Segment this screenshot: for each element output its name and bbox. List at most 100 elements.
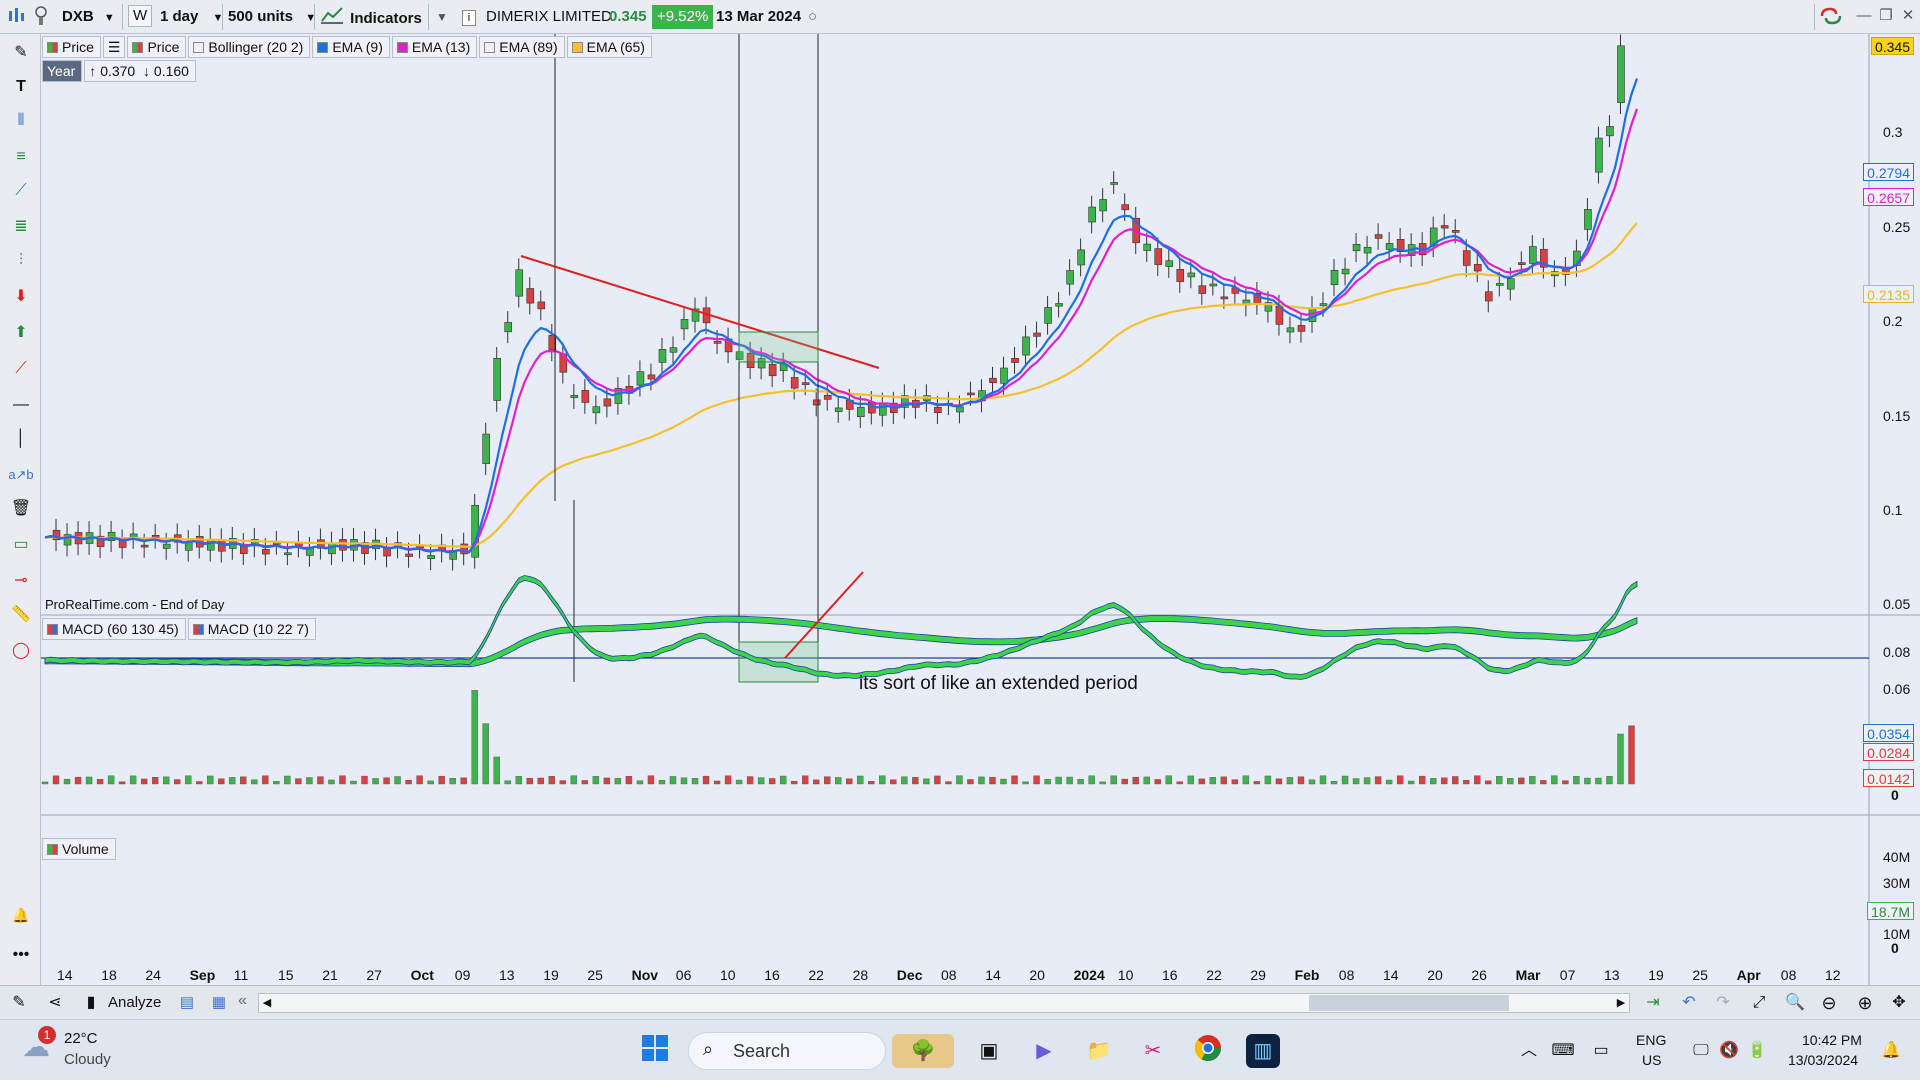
screener-icon[interactable]: ▤ [174, 990, 200, 1016]
candle-body [383, 547, 391, 557]
candle-body [592, 406, 601, 414]
clock-date[interactable]: 13/03/2024 [1788, 1052, 1858, 1068]
ellipse-icon[interactable]: ◯ [6, 638, 36, 664]
clock-time[interactable]: 10:42 PM [1802, 1032, 1862, 1048]
candle-body [934, 407, 942, 413]
task-view-icon[interactable]: ▣ [972, 1034, 1006, 1068]
units-selector[interactable]: 500 units ▼ [228, 5, 316, 29]
legend-volume[interactable]: Volume [42, 838, 116, 860]
fibonacci-retracement-icon[interactable]: ≡ [6, 144, 36, 170]
zoom-out-icon[interactable]: ⊖ [1816, 990, 1842, 1016]
chart-area[interactable]: Price ☰ Price Bollinger (20 2) EMA (9) E… [41, 34, 1920, 985]
alerts-icon[interactable]: 🔔 [6, 902, 36, 928]
chrome-icon[interactable] [1191, 1034, 1225, 1068]
candle-body [669, 347, 678, 353]
info-icon[interactable]: i [462, 5, 476, 29]
candle-body [1341, 268, 1350, 275]
chevron-up-icon[interactable]: ︿ [1512, 1034, 1546, 1068]
candle-body [967, 392, 975, 396]
battery-icon[interactable]: 🔋 [1740, 1034, 1774, 1068]
trash-icon[interactable]: 🗑 [6, 496, 36, 522]
symbol-selector[interactable]: DXB ▼ [62, 5, 115, 29]
buy-arrow-icon[interactable]: ⬆ [6, 320, 36, 346]
draw-icon[interactable]: ✎ [6, 990, 32, 1016]
legend-price-2[interactable]: Price [127, 36, 187, 58]
search-placeholder: Search [733, 1041, 791, 1061]
file-explorer-icon[interactable]: 📁 [1082, 1034, 1116, 1068]
close-icon[interactable]: ✕ [1898, 6, 1918, 26]
start-icon[interactable] [638, 1034, 672, 1068]
region-label[interactable]: US [1642, 1052, 1661, 1068]
horizontal-scrollbar[interactable]: ◀ ▶ [258, 993, 1630, 1013]
teams-icon[interactable]: ▶ [1027, 1034, 1061, 1068]
scrollbar-thumb[interactable] [1309, 995, 1509, 1011]
display-icon[interactable]: ▭ [1584, 1034, 1618, 1068]
fibonacci-arc-icon[interactable]: ≣ [6, 214, 36, 240]
undo-icon[interactable]: ↶ [1676, 990, 1702, 1016]
weekly-button[interactable]: W [128, 5, 153, 27]
volume-bar [1529, 776, 1536, 785]
trendline-icon[interactable]: ⟋ [6, 356, 36, 382]
autoscale-icon[interactable]: ⤢ [1746, 990, 1772, 1016]
candle-body [1462, 250, 1471, 266]
notifications-icon[interactable]: 🔔 [1874, 1034, 1908, 1068]
zoom-in-icon[interactable]: ⊕ [1852, 990, 1878, 1016]
fibonacci-vertical-icon[interactable]: ⫴ [6, 108, 36, 134]
channel-icon[interactable]: a↗b [6, 462, 36, 488]
fibonacci-projection-icon[interactable]: ⫶ [6, 248, 36, 274]
restore-icon[interactable]: ❐ [1876, 6, 1896, 26]
legend-macd-60[interactable]: MACD (60 130 45) [42, 618, 186, 640]
candle-body [151, 534, 160, 538]
candle-body [1000, 367, 1008, 384]
weather-widget[interactable]: ☁ 1 [22, 1026, 58, 1066]
more-icon[interactable]: ••• [6, 942, 36, 968]
crosshair-icon[interactable]: ✥ [1886, 990, 1912, 1016]
language-label[interactable]: ENG [1636, 1032, 1666, 1048]
candle-body [1110, 182, 1118, 185]
scroll-right-icon[interactable]: ▶ [1613, 994, 1629, 1012]
taskbar-search[interactable]: ⌕ Search [688, 1032, 886, 1070]
volume-bar [559, 780, 567, 785]
prorealtime-icon[interactable]: ▥ [1246, 1034, 1280, 1068]
collapse-left-icon[interactable]: « [238, 992, 247, 1010]
legend-macd-10[interactable]: MACD (10 22 7) [187, 618, 316, 640]
legend-ema13[interactable]: EMA (13) [391, 36, 478, 58]
chevron-down-icon[interactable]: ▼ [436, 5, 448, 29]
volume-bar [1319, 775, 1327, 785]
analyze-tab[interactable]: Analyze [108, 994, 161, 1011]
legend-ema65[interactable]: EMA (65) [566, 36, 652, 58]
link-icon[interactable] [1818, 5, 1844, 29]
chart-canvas[interactable] [41, 34, 1920, 985]
annotation-text[interactable]: its sort of like an extended period [859, 673, 1138, 695]
vertical-line-icon[interactable]: │ [6, 426, 36, 452]
fibonacci-fan-icon[interactable]: ⟋ [6, 178, 36, 204]
horizontal-line-icon[interactable]: — [6, 392, 36, 418]
legend-bollinger[interactable]: Bollinger (20 2) [188, 36, 311, 58]
legend-list-icon[interactable]: ☰ [102, 36, 126, 58]
snipping-tool-icon[interactable]: ✂ [1136, 1034, 1170, 1068]
minimize-icon[interactable]: — [1854, 6, 1874, 26]
legend-price-1[interactable]: Price [42, 36, 101, 58]
grid-icon[interactable]: ▦ [206, 990, 232, 1016]
layout-icon[interactable]: ▮ [78, 990, 104, 1016]
search-highlight-icon[interactable]: 🌳 [892, 1034, 954, 1068]
scroll-left-icon[interactable]: ◀ [259, 994, 275, 1012]
segment-icon[interactable]: ⊸ [6, 568, 36, 594]
keyboard-icon[interactable]: ⌨ [1546, 1034, 1580, 1068]
text-icon[interactable]: T [6, 74, 36, 100]
pencil-icon[interactable]: ✎ [6, 40, 36, 66]
jump-end-icon[interactable]: ⇥ [1640, 990, 1666, 1016]
chart-style-icon[interactable] [6, 5, 28, 29]
sell-arrow-icon[interactable]: ⬇ [6, 284, 36, 310]
instrument-info-icon[interactable] [34, 5, 48, 29]
zoom-fit-icon[interactable]: 🔍 [1782, 990, 1808, 1016]
redo-icon[interactable]: ↷ [1710, 990, 1736, 1016]
indicators-button[interactable]: Indicators [320, 5, 422, 29]
rectangle-icon[interactable]: ▭ [6, 532, 36, 558]
ruler-icon[interactable]: 📏 [6, 602, 36, 628]
share-icon[interactable]: ⋖ [42, 990, 68, 1016]
period-selector[interactable]: 1 day ▼ [160, 5, 223, 29]
candle-body [1143, 243, 1152, 251]
legend-ema89[interactable]: EMA (89) [479, 36, 565, 58]
legend-ema9[interactable]: EMA (9) [312, 36, 390, 58]
